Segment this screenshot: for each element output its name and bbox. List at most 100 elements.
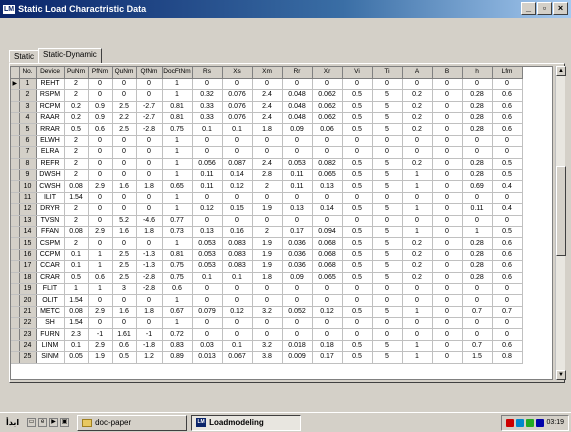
table-cell[interactable]: 0.18	[312, 340, 343, 353]
table-cell[interactable]: 1	[162, 89, 193, 102]
table-cell[interactable]: 0	[282, 317, 313, 330]
table-cell[interactable]: 0.2	[64, 112, 89, 125]
row-number[interactable]: 8	[19, 158, 37, 171]
table-cell[interactable]: 1	[162, 203, 193, 216]
table-cell[interactable]: 0	[432, 89, 463, 102]
table-cell[interactable]: 0.5	[342, 89, 373, 102]
tray-tool-icon[interactable]	[526, 418, 535, 427]
table-cell[interactable]: 0.2	[402, 101, 433, 114]
table-cell[interactable]: 0	[402, 146, 433, 159]
table-cell[interactable]: 0	[312, 317, 343, 330]
table-cell[interactable]: 1.9	[252, 249, 283, 262]
table-cell[interactable]: 0	[282, 135, 313, 148]
table-cell[interactable]: 0	[222, 283, 253, 296]
table-cell[interactable]: 1	[88, 283, 113, 296]
table-cell[interactable]: 0	[372, 317, 403, 330]
table-cell[interactable]: 5	[372, 101, 403, 114]
table-row[interactable]: 13 TVSN 2 0 5.2 -4.6 0.77 0 0 0 0 0 0 0 0 0 0 0	[11, 215, 523, 227]
table-cell[interactable]: 0	[342, 215, 373, 227]
table-cell[interactable]: 0.076	[222, 112, 253, 125]
table-cell[interactable]: 0	[402, 328, 433, 341]
row-indicator[interactable]	[11, 158, 20, 171]
table-cell[interactable]: 0	[492, 135, 523, 148]
table-cell[interactable]: 0.018	[282, 340, 313, 353]
table-cell[interactable]: 0	[432, 192, 463, 205]
table-cell[interactable]: 0.28	[462, 89, 493, 102]
table-cell[interactable]: 0.11	[192, 169, 223, 182]
table-cell[interactable]: 0.09	[282, 272, 313, 284]
device-cell[interactable]: LINM	[36, 340, 65, 353]
table-cell[interactable]: 0	[492, 283, 523, 296]
table-cell[interactable]: 2.3	[64, 328, 89, 341]
table-cell[interactable]: 0.11	[282, 180, 313, 193]
language-icon[interactable]	[536, 418, 545, 427]
table-cell[interactable]: 0	[432, 135, 463, 148]
table-cell[interactable]: 0	[252, 215, 283, 227]
table-cell[interactable]: 2.9	[88, 226, 113, 239]
table-cell[interactable]: 0.053	[192, 237, 223, 250]
row-number[interactable]: 16	[19, 249, 37, 262]
table-cell[interactable]: 0.2	[64, 101, 89, 114]
table-cell[interactable]: 0.65	[162, 180, 193, 193]
table-cell[interactable]: 1.54	[64, 317, 89, 330]
table-cell[interactable]: 5	[372, 89, 403, 102]
table-cell[interactable]: 0.11	[282, 169, 313, 182]
table-cell[interactable]: 2.9	[88, 180, 113, 193]
table-cell[interactable]: 0.28	[462, 260, 493, 273]
table-cell[interactable]: 0	[88, 237, 113, 250]
table-cell[interactable]: 0.053	[282, 158, 313, 171]
table-cell[interactable]: 0	[432, 340, 463, 353]
table-cell[interactable]: 0.89	[162, 351, 193, 364]
table-cell[interactable]: 0.11	[462, 203, 493, 216]
table-cell[interactable]: 0	[112, 192, 137, 205]
task-doc-paper[interactable]: doc-paper	[77, 414, 188, 431]
table-cell[interactable]: 1.6	[112, 306, 137, 319]
table-cell[interactable]: 0	[312, 135, 343, 148]
table-row[interactable]: 11 ILIT 1.54 0 0 0 1 0 0 0 0 0 0 0 0 0 0 0	[11, 192, 523, 205]
table-cell[interactable]: 1	[162, 78, 193, 91]
table-cell[interactable]: 1	[64, 283, 89, 296]
table-cell[interactable]: 0	[342, 78, 373, 91]
row-number[interactable]: 22	[19, 317, 37, 330]
table-cell[interactable]: 1.8	[136, 180, 163, 193]
row-number[interactable]: 20	[19, 294, 37, 307]
tab-static-dynamic[interactable]: Static-Dynamic	[38, 48, 102, 63]
table-cell[interactable]: 0	[88, 158, 113, 171]
table-cell[interactable]: 2.9	[88, 306, 113, 319]
row-indicator[interactable]	[11, 237, 20, 250]
table-cell[interactable]: -1.3	[136, 249, 163, 262]
table-cell[interactable]: 5	[372, 249, 403, 262]
table-cell[interactable]: 0.72	[162, 328, 193, 341]
table-cell[interactable]: 0	[372, 146, 403, 159]
table-cell[interactable]: 0	[492, 215, 523, 227]
table-cell[interactable]: 0.1	[222, 123, 253, 136]
row-number[interactable]: 9	[19, 169, 37, 182]
table-cell[interactable]: 0.75	[162, 272, 193, 284]
table-cell[interactable]: 0	[462, 135, 493, 148]
row-indicator[interactable]	[11, 294, 20, 307]
table-cell[interactable]: 0	[112, 146, 137, 159]
row-number[interactable]: 10	[19, 180, 37, 193]
table-cell[interactable]: 0.28	[462, 169, 493, 182]
row-indicator[interactable]	[11, 328, 20, 341]
column-header[interactable]: QfNm	[136, 67, 163, 79]
table-cell[interactable]: 0	[372, 294, 403, 307]
table-cell[interactable]: 0	[462, 283, 493, 296]
table-cell[interactable]: 0	[492, 78, 523, 91]
table-cell[interactable]: 0	[432, 283, 463, 296]
table-cell[interactable]: 0.6	[112, 340, 137, 353]
table-row[interactable]: ▶ 1 REHT 2 0 0 0 1 0 0 0 0 0 0 0 0 0 0 0	[11, 78, 523, 91]
table-cell[interactable]: 0	[372, 215, 403, 227]
table-cell[interactable]: 0.6	[492, 340, 523, 353]
table-cell[interactable]: 0	[312, 146, 343, 159]
table-cell[interactable]: 0.5	[64, 123, 89, 136]
row-indicator[interactable]	[11, 192, 20, 205]
table-row[interactable]: 14 FFAN 0.08 2.9 1.6 1.8 0.73 0.13 0.16 2 0.17 0.09…	[11, 226, 523, 239]
table-cell[interactable]: 0.6	[492, 89, 523, 102]
table-cell[interactable]: 1	[88, 249, 113, 262]
table-cell[interactable]: 0.068	[312, 249, 343, 262]
column-header[interactable]: PuNm	[64, 67, 89, 79]
device-cell[interactable]: CSPM	[36, 237, 65, 250]
row-indicator[interactable]	[11, 101, 20, 114]
table-cell[interactable]: 0	[432, 78, 463, 91]
